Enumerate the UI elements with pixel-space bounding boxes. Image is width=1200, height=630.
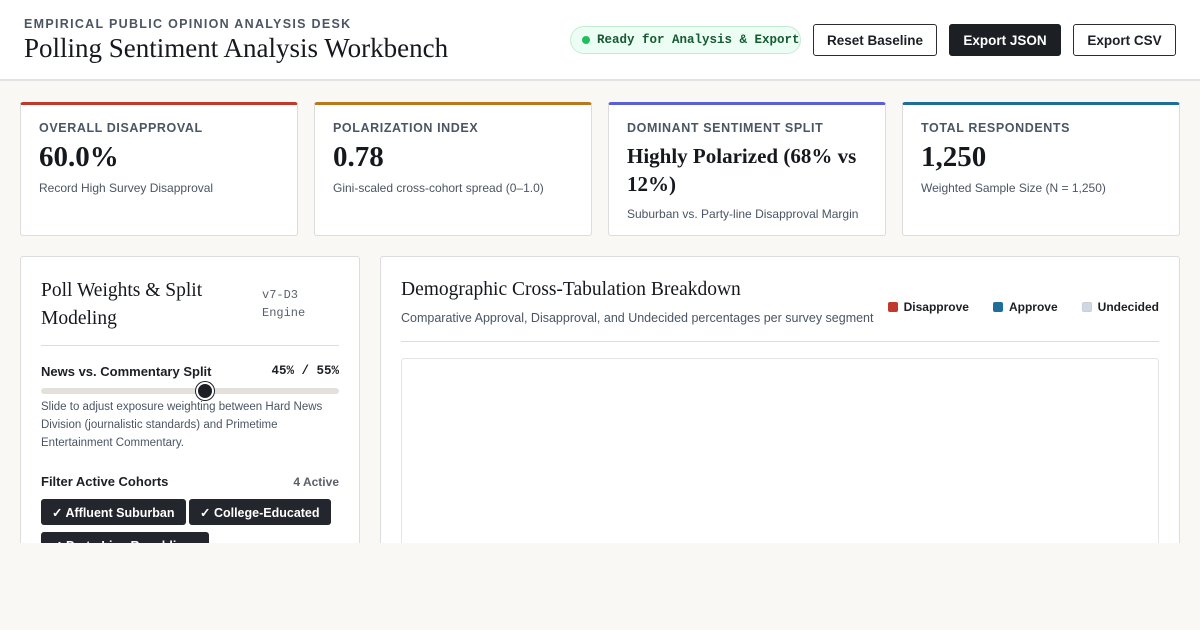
cohort-chip-party-line-republican[interactable]: ✓ Party-Line Republican [41,532,209,543]
cohort-chip-college-educated[interactable]: ✓ College-Educated [189,499,331,525]
legend-item-disapprove: Disapprove [887,300,969,314]
cross-tab-chart-area [401,358,1159,543]
kpi-value: Highly Polarized (68% vs 12%) [627,144,857,196]
split-value: 45% / 55% [271,364,339,378]
app-header: EMPIRICAL PUBLIC OPINION ANALYSIS DESK P… [0,0,1200,81]
kpi-value: 1,250 [921,141,987,173]
kpi-label: OVERALL DISAPPROVAL [39,121,203,135]
legend-swatch [887,302,898,312]
status-text: Ready for Analysis & Export [597,33,800,47]
legend-item-undecided: Undecided [1081,300,1159,314]
divider [401,341,1159,342]
kpi-value: 60.0% [39,141,119,173]
split-label: News vs. Commentary Split [41,364,212,379]
page-title: Polling Sentiment Analysis Workbench [24,33,449,63]
kpi-value: 0.78 [333,141,384,173]
export-csv-button[interactable]: Export CSV [1073,24,1176,56]
breakdown-subtitle: Comparative Approval, Disapproval, and U… [401,311,874,325]
kpi-subtext: Weighted Sample Size (N = 1,250) [921,181,1106,195]
status-badge: Ready for Analysis & Export [570,26,801,54]
breakdown-title: Demographic Cross-Tabulation Breakdown [401,279,741,300]
reset-baseline-button[interactable]: Reset Baseline [813,24,937,56]
split-slider-track[interactable] [41,388,339,394]
legend-swatch [992,302,1003,312]
kpi-card-polarization: POLARIZATION INDEX 0.78 Gini-scaled cros… [314,102,592,236]
legend-swatch [1081,302,1092,312]
divider [41,345,339,346]
status-dot-icon [582,36,590,44]
kpi-subtext: Record High Survey Disapproval [39,181,214,195]
split-help-text: Slide to adjust exposure weighting betwe… [41,401,323,449]
breakdown-panel: Demographic Cross-Tabulation Breakdown C… [380,256,1180,543]
kpi-subtext: Suburban vs. Party-line Disapproval Marg… [627,207,859,221]
engine-tag: v7-D3 Engine [262,288,306,320]
kpi-label: DOMINANT SENTIMENT SPLIT [627,121,824,135]
weights-panel: Poll Weights & Split Modeling v7-D3 Engi… [20,256,360,543]
kpi-label: POLARIZATION INDEX [333,121,479,135]
cohort-chip-affluent-suburban[interactable]: ✓ Affluent Suburban [41,499,186,525]
kpi-card-sentiment-split: DOMINANT SENTIMENT SPLIT Highly Polarize… [608,102,886,236]
kpi-card-disapproval: OVERALL DISAPPROVAL 60.0% Record High Su… [20,102,298,236]
legend-label: Approve [1008,300,1058,314]
kpi-label: TOTAL RESPONDENTS [921,121,1071,135]
legend-label: Disapprove [903,300,969,314]
legend-label: Undecided [1097,300,1159,314]
kpi-card-respondents: TOTAL RESPONDENTS 1,250 Weighted Sample … [902,102,1180,236]
header-eyebrow: EMPIRICAL PUBLIC OPINION ANALYSIS DESK [24,17,352,31]
weights-panel-title: Poll Weights & Split Modeling [41,280,203,329]
export-json-button[interactable]: Export JSON [949,24,1061,56]
chart-legend: Disapprove Approve Undecided [864,300,1159,314]
active-cohort-count: 4 Active [293,475,339,489]
legend-item-approve: Approve [992,300,1058,314]
cohort-filter-label: Filter Active Cohorts [41,474,169,489]
kpi-subtext: Gini-scaled cross-cohort spread (0–1.0) [333,181,544,195]
